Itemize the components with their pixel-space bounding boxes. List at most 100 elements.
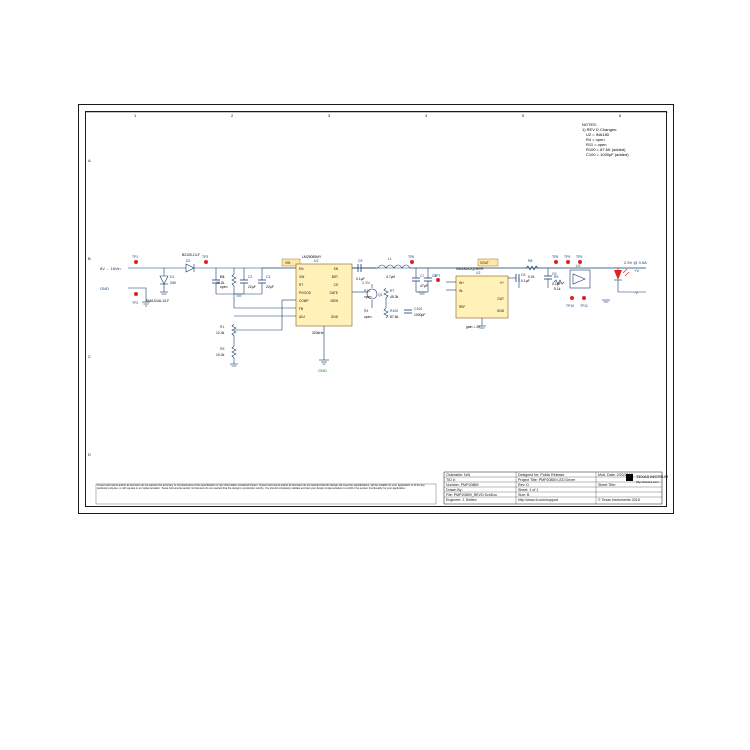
tp1 (134, 260, 138, 264)
net-vout: VOUT (478, 259, 498, 266)
svg-text:C3: C3 (266, 275, 270, 279)
svg-text:47µF: 47µF (420, 284, 428, 288)
out-nv: -V (634, 290, 638, 295)
svg-text:R8: R8 (528, 259, 532, 263)
svg-text:© Texas Instruments 2018: © Texas Instruments 2018 (598, 498, 640, 502)
svg-text:TP8: TP8 (552, 255, 558, 259)
svg-text:http://www.ti.com/support: http://www.ti.com/support (518, 498, 558, 502)
svg-text:D2: D2 (186, 259, 190, 263)
svg-text:0.1µF: 0.1µF (521, 279, 530, 283)
svg-text:2: 2 (231, 113, 234, 118)
svg-text:LM25085MY: LM25085MY (302, 255, 322, 259)
svg-text:Drawn By:: Drawn By: (446, 488, 463, 492)
svg-text:A: A (88, 158, 91, 163)
svg-text:INA180A2QDBVR: INA180A2QDBVR (456, 267, 484, 271)
svg-text:87.6k: 87.6k (390, 315, 399, 319)
svg-text:TP5: TP5 (576, 255, 582, 259)
svg-text:12.4k: 12.4k (216, 331, 225, 335)
title-block: Orderable: N/A Designed for: Public Rele… (444, 472, 668, 504)
tp5 (578, 260, 582, 264)
tp8 (554, 260, 558, 264)
tp6 (410, 260, 414, 264)
tp10 (570, 296, 574, 300)
svg-text:COMP: COMP (299, 299, 309, 303)
c6: C60.1µF (508, 273, 530, 288)
svg-text:B2100-13-F: B2100-13-F (182, 253, 200, 257)
svg-text:Designed for: Public Release: Designed for: Public Release (518, 473, 564, 477)
tp3 (204, 260, 208, 264)
svg-text:TP6: TP6 (408, 255, 414, 259)
u1: U1 LM25085MY EN VIN RT PGOOD COMP FB ADJ… (296, 255, 352, 335)
svg-text:GND: GND (318, 368, 327, 373)
svg-text:B: B (88, 256, 91, 261)
svg-text:EN: EN (299, 267, 304, 271)
c8: C8 (424, 268, 436, 292)
fb-net: R745.3k R10087.6k C1001000pF R4open R11o… (364, 288, 426, 319)
svg-text:TP11: TP11 (580, 304, 588, 308)
notes: NOTES: 1) REV D Changes: U2 = INA180 R4 … (582, 122, 629, 157)
svg-text:RT: RT (299, 283, 303, 287)
svg-text:Engineer: J. Betten: Engineer: J. Betten (446, 498, 477, 502)
svg-text:VIN: VIN (285, 261, 291, 265)
svg-text:Orderable: N/A: Orderable: N/A (446, 473, 471, 477)
d1-tvs: D1 SMAJ24A-13-F 24V (146, 268, 177, 303)
svg-text:24V: 24V (170, 281, 177, 285)
tp11 (582, 296, 586, 300)
svg-text:R7: R7 (390, 289, 394, 293)
svg-text:BST: BST (332, 275, 338, 279)
u3: U3 (570, 264, 590, 288)
svg-text:V+: V+ (500, 281, 504, 285)
svg-text:IN-: IN- (459, 289, 463, 293)
svg-text:C9: C9 (552, 272, 556, 276)
svg-text:Size: B: Size: B (518, 493, 530, 497)
ruler-left: A B C D (88, 158, 91, 457)
svg-text:TP1: TP1 (132, 255, 138, 259)
vin-label: 8V ... 18Vin (100, 266, 121, 271)
svg-text:R11: R11 (364, 289, 370, 293)
bst-v: 2.5V (362, 280, 371, 285)
svg-text:open: open (220, 285, 228, 289)
svg-text:4: 4 (425, 113, 428, 118)
svg-text:VOUT: VOUT (480, 261, 489, 265)
c5: C5 0.1µF (352, 259, 376, 281)
svg-text:C: C (88, 354, 91, 359)
svg-text:File: PMP20859_REVD.SchDoc: File: PMP20859_REVD.SchDoc (446, 493, 497, 497)
schematic-page: 1 2 3 4 5 6 A B C D NOTES: 1) REV D Chan… (0, 0, 750, 750)
svg-text:3: 3 (328, 113, 331, 118)
svg-text:22µF: 22µF (248, 285, 256, 289)
svg-text:U1: U1 (314, 259, 318, 263)
d2-diode: D2 B2100-13-F (182, 253, 200, 272)
svg-text:C5: C5 (358, 259, 362, 263)
svg-text:L1: L1 (388, 257, 392, 261)
out-pv: +V (634, 268, 639, 273)
svg-text:REF: REF (459, 305, 465, 309)
svg-text:gain = 20: gain = 20 (466, 325, 480, 329)
svg-text:6: 6 (619, 113, 622, 118)
svg-text:Number: PMP20859: Number: PMP20859 (446, 483, 479, 487)
svg-text:Sheet: 1 of 1: Sheet: 1 of 1 (518, 488, 538, 492)
svg-text:C100 = 1000pF (added): C100 = 1000pF (added) (586, 152, 629, 157)
svg-text:open: open (364, 315, 372, 319)
sheet-inner-border: 1 2 3 4 5 6 A B C D NOTES: 1) REV D Chan… (85, 111, 667, 507)
svg-text:0.01: 0.01 (528, 275, 535, 279)
svg-text:U2: U2 (476, 271, 480, 275)
svg-text:Q1: Q1 (378, 293, 383, 297)
vout-label: 2.5V @ 3.5A (624, 260, 647, 265)
svg-text:5: 5 (522, 113, 525, 118)
svg-text:Sheet Title:: Sheet Title: (598, 483, 616, 487)
svg-text:IN+: IN+ (459, 281, 464, 285)
gnd-left-label: GND (100, 286, 109, 291)
svg-text:R4: R4 (364, 309, 368, 313)
c7: C747µF (412, 268, 428, 292)
svg-text:TP7: TP7 (434, 274, 440, 278)
svg-text:TP2: TP2 (132, 301, 138, 305)
svg-text:45.3k: 45.3k (390, 295, 399, 299)
svg-text:4.7µH: 4.7µH (386, 275, 396, 279)
svg-text:R100: R100 (390, 309, 398, 313)
svg-text:PGOOD: PGOOD (299, 291, 312, 295)
svg-text:R1: R1 (220, 325, 224, 329)
svg-text:C100: C100 (414, 307, 422, 311)
svg-text:VIN: VIN (299, 275, 305, 279)
svg-text:C2: C2 (248, 275, 252, 279)
svg-text:1: 1 (134, 113, 137, 118)
